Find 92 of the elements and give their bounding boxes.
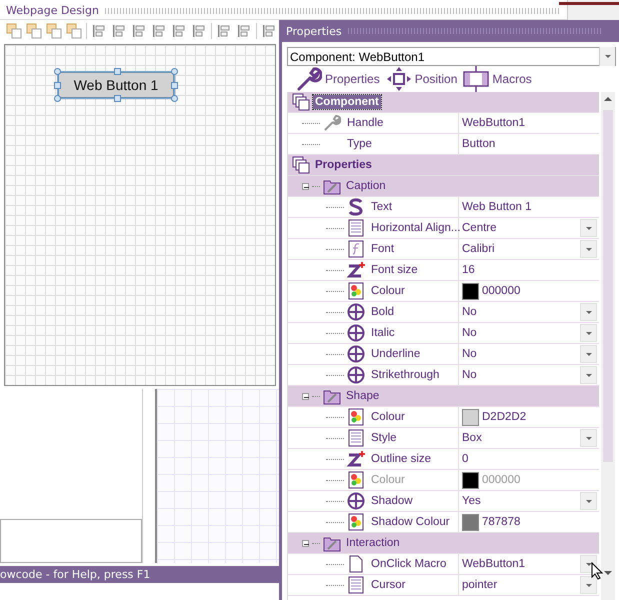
zigzag-plus-icon xyxy=(347,450,365,468)
property-label: Cursor xyxy=(370,579,406,591)
property-value[interactable]: Box xyxy=(462,432,577,444)
property-value[interactable]: No xyxy=(462,369,577,381)
layers-icon[interactable] xyxy=(6,23,22,39)
property-label: Font size xyxy=(370,264,418,276)
align-icon[interactable] xyxy=(236,23,252,39)
property-label: Underline xyxy=(370,348,420,360)
property-value[interactable]: No xyxy=(462,327,577,339)
property-value[interactable]: Centre xyxy=(462,222,577,234)
palette-icon xyxy=(347,282,365,300)
property-label: Outline size xyxy=(370,453,432,465)
wrench-icon xyxy=(296,66,322,92)
palette-icon xyxy=(347,513,365,531)
property-value[interactable]: Button xyxy=(462,138,599,150)
component-dropdown[interactable]: Component: WebButton1 xyxy=(287,47,616,66)
property-label: Strikethrough xyxy=(370,369,440,381)
color-swatch[interactable] xyxy=(462,408,479,426)
web-button[interactable]: Web Button 1 xyxy=(58,72,174,98)
property-value[interactable]: WebButton1 xyxy=(462,117,599,129)
property-value[interactable]: No xyxy=(462,348,577,360)
pages-icon xyxy=(292,156,310,174)
mouse-pointer-icon xyxy=(591,562,603,580)
property-label: Colour xyxy=(370,285,405,297)
scrollbar[interactable] xyxy=(601,92,615,600)
crosshair-icon xyxy=(347,303,365,321)
category-label[interactable]: Component xyxy=(313,95,381,109)
property-value[interactable]: WebButton1 xyxy=(462,558,577,570)
property-label: Font xyxy=(370,243,394,255)
property-value[interactable]: pointer xyxy=(462,579,577,591)
property-value[interactable]: 16 xyxy=(462,264,599,276)
property-label: Italic xyxy=(370,327,395,339)
macro-icon xyxy=(463,66,490,92)
property-label: Style xyxy=(370,432,397,444)
property-label: Colour xyxy=(370,411,405,423)
property-value[interactable]: Calibri xyxy=(462,243,577,255)
property-label: Colour xyxy=(370,474,405,486)
property-label: Type xyxy=(346,138,372,150)
resize-handle[interactable] xyxy=(114,95,121,102)
palette-icon xyxy=(347,408,365,426)
property-value[interactable]: D2D2D2 xyxy=(482,411,599,423)
status-text: owcode - for Help, press F1 xyxy=(0,568,150,581)
align-icon[interactable] xyxy=(131,23,147,39)
align-icon[interactable] xyxy=(91,23,107,39)
list-icon xyxy=(347,576,365,594)
property-value[interactable]: 787878 xyxy=(482,516,599,528)
crosshair-icon xyxy=(347,345,365,363)
property-label: OnClick Macro xyxy=(370,558,446,570)
panel-tab[interactable]: Position xyxy=(386,69,458,89)
property-value[interactable]: 0 xyxy=(462,453,599,465)
zigzag-plus-icon xyxy=(347,261,365,279)
align-icon[interactable] xyxy=(261,23,277,39)
property-label: Shadow Colour xyxy=(370,516,450,528)
list-icon xyxy=(347,219,365,237)
property-label: Handle xyxy=(346,117,384,129)
font-icon xyxy=(347,240,365,258)
layers-icon[interactable] xyxy=(46,23,62,39)
category-label[interactable]: Properties xyxy=(313,158,374,172)
align-icon[interactable] xyxy=(111,23,127,39)
resize-handle[interactable] xyxy=(114,68,121,75)
window-title: Webpage Design xyxy=(6,4,99,17)
palette-icon xyxy=(347,471,365,489)
crosshair-icon xyxy=(347,492,365,510)
property-value[interactable]: 000000 xyxy=(482,285,599,297)
layers-icon[interactable] xyxy=(26,23,42,39)
crosshair-icon xyxy=(347,366,365,384)
pages-icon xyxy=(292,93,310,111)
color-swatch[interactable] xyxy=(462,514,479,530)
align-icon[interactable] xyxy=(171,23,187,39)
property-value[interactable]: Yes xyxy=(462,495,577,507)
layers-icon[interactable] xyxy=(66,23,82,39)
crosshair-icon xyxy=(347,324,365,342)
align-icon[interactable] xyxy=(216,23,232,39)
property-label: Bold xyxy=(370,306,394,318)
panel-title: Properties xyxy=(286,24,342,38)
group-label[interactable]: Caption xyxy=(344,180,386,192)
property-label: Horizontal Align... xyxy=(370,222,460,234)
group-label[interactable]: Shape xyxy=(344,390,380,402)
property-value[interactable]: Web Button 1 xyxy=(462,201,599,213)
move-icon xyxy=(386,66,412,92)
color-swatch[interactable] xyxy=(462,282,479,300)
group-label[interactable]: Interaction xyxy=(344,537,400,549)
page-icon xyxy=(347,555,365,573)
property-label: Text xyxy=(370,201,392,213)
property-label: Shadow xyxy=(370,495,413,507)
panel-tab[interactable]: Properties xyxy=(296,69,380,89)
wrench-icon xyxy=(323,114,341,132)
s-curve-icon xyxy=(347,198,365,216)
align-icon[interactable] xyxy=(151,23,167,39)
property-value[interactable]: No xyxy=(462,306,577,318)
align-icon[interactable] xyxy=(191,23,207,39)
list-icon xyxy=(347,429,365,447)
